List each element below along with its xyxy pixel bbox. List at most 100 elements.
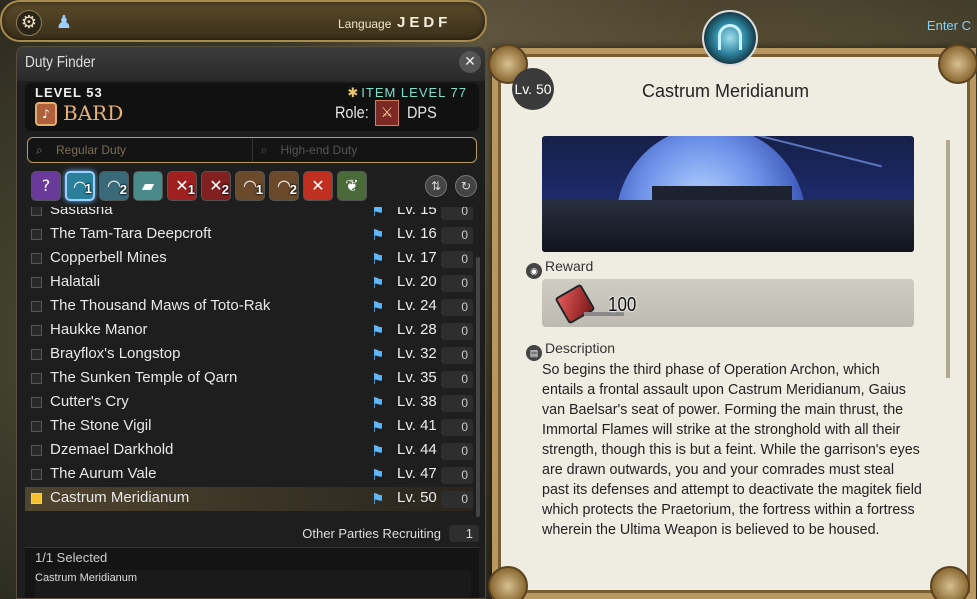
tab-regular-duty[interactable]: ⌕ Regular Duty bbox=[28, 138, 252, 162]
window-title: Duty Finder bbox=[25, 54, 96, 71]
description-heading-text: Description bbox=[545, 340, 616, 356]
item-level-text: ITEM LEVEL 77 bbox=[361, 85, 467, 100]
dungeon-emblem-icon bbox=[702, 10, 758, 66]
duty-level: Lv. 24 bbox=[397, 297, 437, 314]
duty-banner-image bbox=[542, 136, 914, 252]
guildhest-icon[interactable]: ◠ 2 bbox=[99, 171, 129, 201]
flag-icon: ⚑ bbox=[371, 299, 385, 316]
book-icon: ▤ bbox=[526, 345, 542, 361]
duty-checkbox[interactable] bbox=[31, 253, 42, 264]
search-icon: ⌕ bbox=[260, 143, 268, 157]
duty-checkbox[interactable] bbox=[31, 207, 42, 216]
duty-list-item[interactable]: Sastasha ⚑ Lv. 15 0 bbox=[25, 207, 473, 223]
duty-checkbox[interactable] bbox=[31, 421, 42, 432]
duty-party-count: 0 bbox=[441, 371, 473, 388]
duty-level: Lv. 32 bbox=[397, 345, 437, 362]
category-count: 1 bbox=[187, 182, 195, 197]
scroll-icon[interactable]: ▰ bbox=[133, 171, 163, 201]
duty-list-item[interactable]: Brayflox's Longstop ⚑ Lv. 32 0 bbox=[25, 343, 473, 367]
duty-list-item[interactable]: The Sunken Temple of Qarn ⚑ Lv. 35 0 bbox=[25, 367, 473, 391]
duty-list-item[interactable]: Haukke Manor ⚑ Lv. 28 0 bbox=[25, 319, 473, 343]
category-count: 1 bbox=[255, 182, 263, 197]
duty-list-item[interactable]: Dzemael Darkhold ⚑ Lv. 44 0 bbox=[25, 439, 473, 463]
duty-list-item[interactable]: Castrum Meridianum ⚑ Lv. 50 0 bbox=[25, 487, 473, 511]
trial-extreme-icon[interactable]: ✕ 2 bbox=[201, 171, 231, 201]
duty-checkbox[interactable] bbox=[31, 397, 42, 408]
language-selector[interactable]: JEDF bbox=[397, 14, 451, 31]
random-duty-icon[interactable]: ? bbox=[31, 171, 61, 201]
duty-name: The Sunken Temple of Qarn bbox=[50, 369, 238, 386]
duty-list-item[interactable]: Halatali ⚑ Lv. 20 0 bbox=[25, 271, 473, 295]
reward-box: 100 bbox=[542, 279, 914, 327]
sort-icon[interactable]: ⇅ bbox=[425, 175, 447, 197]
duty-level: Lv. 44 bbox=[397, 441, 437, 458]
duty-checkbox[interactable] bbox=[31, 445, 42, 456]
tomestone-icon[interactable] bbox=[554, 283, 596, 325]
duty-name: Copperbell Mines bbox=[50, 249, 167, 266]
enter-hint-text: Enter C bbox=[926, 18, 971, 33]
close-icon[interactable]: ✕ bbox=[459, 51, 481, 73]
main-command-bar: ⚙ ♟ Language JEDF bbox=[0, 0, 487, 42]
duty-list-scrollbar[interactable] bbox=[476, 257, 480, 517]
duty-list-item[interactable]: The Tam-Tara Deepcroft ⚑ Lv. 16 0 bbox=[25, 223, 473, 247]
duty-checkbox[interactable] bbox=[31, 277, 42, 288]
duty-checkbox[interactable] bbox=[31, 493, 42, 504]
duty-list-item[interactable]: Cutter's Cry ⚑ Lv. 38 0 bbox=[25, 391, 473, 415]
window-titlebar[interactable]: Duty Finder ✕ bbox=[17, 47, 485, 81]
refresh-icon[interactable]: ↻ bbox=[455, 175, 477, 197]
level-badge: Lv. 50 bbox=[512, 68, 554, 110]
duty-checkbox[interactable] bbox=[31, 301, 42, 312]
duty-checkbox[interactable] bbox=[31, 325, 42, 336]
other-parties-count: 1 bbox=[449, 525, 479, 542]
description-heading: ▤ Description bbox=[526, 340, 615, 361]
frame-corner-ornament bbox=[930, 566, 970, 599]
star-icon: ✱ bbox=[347, 85, 360, 100]
raid-alt-icon[interactable]: ◠ 2 bbox=[269, 171, 299, 201]
pvp-icon[interactable]: ✕ bbox=[303, 171, 333, 201]
duty-checkbox[interactable] bbox=[31, 349, 42, 360]
role-label: Role: bbox=[335, 103, 369, 122]
duty-list-item[interactable]: Copperbell Mines ⚑ Lv. 17 0 bbox=[25, 247, 473, 271]
category-count: 1 bbox=[84, 181, 92, 196]
duty-checkbox[interactable] bbox=[31, 373, 42, 384]
duty-party-count: 0 bbox=[441, 299, 473, 316]
duty-name: Sastasha bbox=[50, 207, 113, 218]
duty-party-count: 0 bbox=[441, 323, 473, 340]
list-controls: ⇅ ↻ bbox=[425, 175, 477, 197]
duty-checkbox[interactable] bbox=[31, 229, 42, 240]
gear-icon[interactable]: ⚙ bbox=[16, 10, 42, 36]
dungeon-icon[interactable]: ◠ 1 bbox=[65, 171, 95, 201]
duty-party-count: 0 bbox=[441, 275, 473, 292]
reward-heading-text: Reward bbox=[545, 258, 594, 274]
flag-icon: ⚑ bbox=[371, 227, 385, 244]
duty-name: Dzemael Darkhold bbox=[50, 441, 174, 458]
duty-type-tabs: ⌕ Regular Duty ⌕ High-end Duty bbox=[27, 137, 477, 163]
dps-role-icon: ⚔ bbox=[375, 100, 399, 126]
gold-saucer-icon[interactable]: ❦ bbox=[337, 171, 367, 201]
duty-list-item[interactable]: The Aurum Vale ⚑ Lv. 47 0 bbox=[25, 463, 473, 487]
duty-list: Sastasha ⚑ Lv. 15 0 The Tam-Tara Deepcroft ⚑ L… bbox=[25, 207, 473, 519]
duty-name: The Stone Vigil bbox=[50, 417, 152, 434]
flag-icon: ⚑ bbox=[371, 371, 385, 388]
raid-icon[interactable]: ◠ 1 bbox=[235, 171, 265, 201]
duty-list-item[interactable]: The Thousand Maws of Toto-Rak ⚑ Lv. 24 0 bbox=[25, 295, 473, 319]
selection-summary: 1/1 Selected Castrum Meridianum bbox=[25, 547, 479, 598]
tab-high-end-duty[interactable]: ⌕ High-end Duty bbox=[251, 138, 477, 162]
duty-list-item[interactable]: The Stone Vigil ⚑ Lv. 41 0 bbox=[25, 415, 473, 439]
selected-count: 1/1 Selected bbox=[35, 550, 108, 565]
selected-duty-list: Castrum Meridianum bbox=[35, 570, 471, 598]
flag-icon: ⚑ bbox=[371, 443, 385, 460]
other-parties-label: Other Parties Recruiting bbox=[302, 526, 441, 541]
duty-party-count: 0 bbox=[441, 395, 473, 412]
trial-icon[interactable]: ✕ 1 bbox=[167, 171, 197, 201]
duty-level: Lv. 15 bbox=[397, 207, 437, 218]
frame-corner-ornament bbox=[938, 44, 977, 84]
description-scrollbar[interactable] bbox=[946, 140, 950, 378]
duty-level: Lv. 47 bbox=[397, 465, 437, 482]
party-member-icon[interactable]: ♟ bbox=[52, 11, 76, 35]
category-count: 2 bbox=[289, 182, 297, 197]
character-info: LEVEL 53 ✱ ITEM LEVEL 77 ♪ BARD Role: ⚔ D… bbox=[25, 83, 479, 131]
frame-corner-ornament bbox=[488, 566, 528, 599]
other-parties-row: Other Parties Recruiting 1 bbox=[17, 521, 485, 545]
duty-checkbox[interactable] bbox=[31, 469, 42, 480]
